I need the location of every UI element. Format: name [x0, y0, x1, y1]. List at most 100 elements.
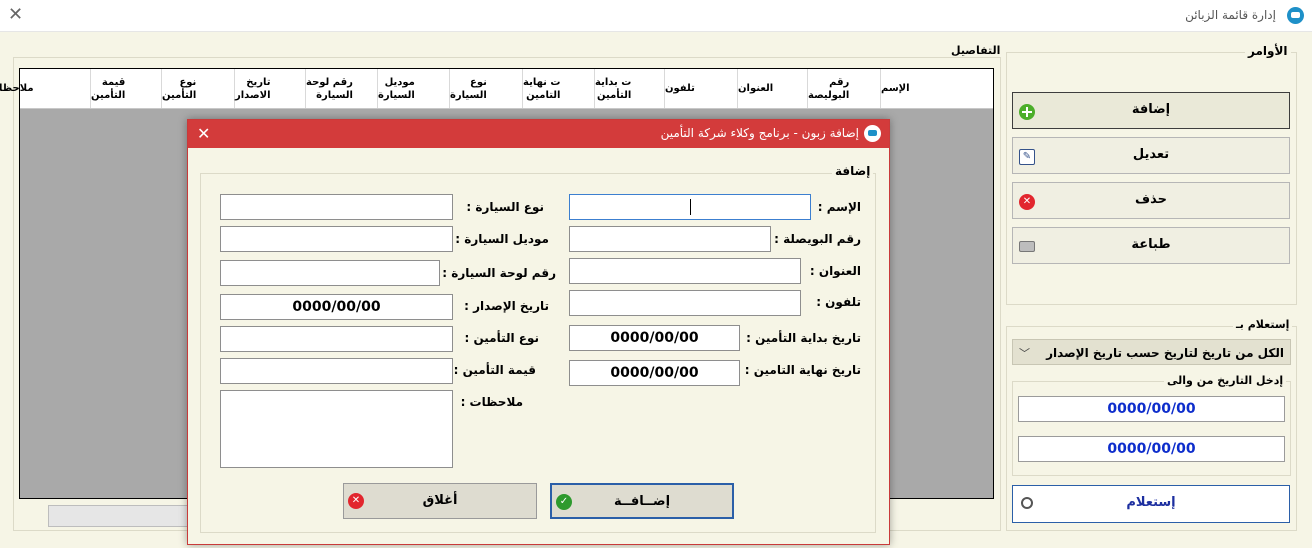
column-header-label: نوع السيارة [450, 76, 487, 102]
close-icon[interactable]: ✕ [8, 4, 23, 25]
details-group-label: التفاصيل [948, 44, 1004, 57]
print-button-label: طباعة [1131, 237, 1171, 252]
grid-column-header[interactable]: ت بداية التأمين [594, 69, 664, 108]
date-from-field[interactable]: 0000/00/00 [1018, 396, 1285, 422]
column-header-line1: قيمة [101, 76, 126, 88]
car-type-label: نوع السيارة : [466, 200, 544, 214]
column-header-line2: التأمين [91, 89, 126, 101]
column-header-line1: تاريخ [246, 76, 271, 88]
column-header-line2: التأمين [162, 89, 197, 101]
column-header-line1: نوع [470, 76, 487, 88]
horizontal-scrollbar[interactable] [48, 505, 198, 527]
column-header-line1: ت بداية [595, 76, 632, 88]
column-header-line2: السيارة [450, 89, 487, 101]
column-header-line2: التامين [526, 89, 561, 101]
column-header-label: قيمة التأمين [91, 76, 125, 102]
phone-label: تلفون : [816, 295, 861, 309]
grid-column-header[interactable]: الإسم [880, 69, 953, 108]
dialog-add-button[interactable]: ✓ إضــافــة [550, 483, 734, 519]
grid-column-header[interactable]: ملاحظات [0, 69, 90, 108]
delete-button-label: حذف [1135, 192, 1167, 207]
issue-date-input[interactable]: 0000/00/00 [220, 294, 453, 320]
commands-group-label: الأوامر [1245, 44, 1291, 58]
grid-column-header[interactable]: رقم البوليصة [807, 69, 880, 108]
column-header-label: ملاحظات [0, 82, 34, 95]
dialog-group-label: إضافة [832, 164, 874, 178]
date-range-label: إدخل التاريخ من والى [1164, 374, 1287, 387]
column-header-line2: السيارة [316, 89, 353, 101]
edit-button[interactable]: ✎ تعديل [1012, 137, 1290, 174]
query-button[interactable]: إستعلام [1012, 485, 1290, 523]
column-header-label: رقم البوليصة [808, 76, 849, 102]
phone-input[interactable] [569, 290, 801, 316]
column-header-label: رقم لوحة السيارة [306, 76, 353, 102]
start-date-label: تاريخ بداية التأمين : [746, 331, 861, 345]
ins-type-label: نوع التأمين : [464, 331, 539, 345]
grid-column-header[interactable]: ت نهاية التامين [522, 69, 594, 108]
end-date-input[interactable]: 0000/00/00 [569, 360, 740, 386]
dialog-car-icon [864, 125, 881, 142]
notes-textarea[interactable] [220, 390, 453, 468]
end-date-label: تاريخ نهاية التامين : [744, 363, 861, 377]
window-title: إدارة قائمة الزبائن [1185, 8, 1276, 22]
dialog-close-button[interactable]: ✕ أغلاق [343, 483, 537, 519]
window-title-bar: إدارة قائمة الزبائن ✕ [0, 0, 1312, 32]
policy-input[interactable] [569, 226, 771, 252]
name-input[interactable] [569, 194, 811, 220]
grid-column-header[interactable]: قيمة التأمين [90, 69, 161, 108]
policy-label: رقم البويصلة : [774, 232, 861, 246]
grid-header: الإسم رقم البوليصة العنوان تلفون ت بداية التأم… [0, 69, 993, 109]
grid-column-header[interactable]: تلفون [664, 69, 737, 108]
dialog-add-label: إضــافــة [613, 494, 671, 509]
dialog-title-bar: إضافة زبون - برنامج وكلاء شركة التأمين ✕ [188, 120, 889, 148]
plate-label: رقم لوحة السيارة : [442, 266, 556, 280]
query-type-select[interactable]: الكل من تاريخ لتاريخ حسب تاريخ الإصدار ﹀ [1012, 339, 1291, 365]
column-header-line1: موديل [384, 76, 415, 88]
add-customer-dialog: إضافة زبون - برنامج وكلاء شركة التأمين ✕… [187, 119, 890, 545]
column-header-line1: رقم لوحة [306, 76, 353, 88]
column-header-label: نوع التأمين [162, 76, 196, 102]
column-header-label: العنوان [738, 82, 773, 95]
column-header-line1: ت نهاية [523, 76, 561, 88]
text-caret [690, 199, 691, 215]
notes-label: ملاحظات : [460, 395, 523, 409]
print-button[interactable]: طباعة [1012, 227, 1290, 264]
car-model-input[interactable] [220, 226, 453, 252]
commands-group [1006, 52, 1297, 305]
column-header-line1: العنوان [738, 83, 774, 94]
delete-button[interactable]: ✕ حذف [1012, 182, 1290, 219]
car-type-input[interactable] [220, 194, 453, 220]
grid-column-header[interactable]: العنوان [737, 69, 807, 108]
query-button-label: إستعلام [1126, 495, 1176, 510]
start-date-input[interactable]: 0000/00/00 [569, 325, 740, 351]
date-to-field[interactable]: 0000/00/00 [1018, 436, 1285, 462]
dialog-close-icon[interactable]: ✕ [197, 124, 210, 143]
column-header-line1: رقم [829, 76, 850, 88]
issue-date-label: تاريخ الإصدار : [464, 299, 549, 313]
ins-value-input[interactable] [220, 358, 453, 384]
add-button-label: إضافة [1131, 102, 1171, 117]
add-button[interactable]: إضافة [1012, 92, 1290, 129]
ins-type-input[interactable] [220, 326, 453, 352]
column-header-line2: السيارة [378, 89, 415, 101]
grid-column-header[interactable]: رقم لوحة السيارة [305, 69, 377, 108]
column-header-line1: نوع [179, 76, 197, 88]
grid-column-header[interactable]: موديل السيارة [377, 69, 449, 108]
column-header-line2: البوليصة [808, 89, 850, 101]
car-model-label: موديل السيارة : [455, 232, 549, 246]
column-header-label: ت نهاية التامين [523, 76, 560, 102]
column-header-label: موديل السيارة [378, 76, 415, 102]
dialog-title: إضافة زبون - برنامج وكلاء شركة التأمين [660, 126, 859, 140]
column-header-line2: الاصدار [235, 89, 271, 101]
grid-column-header[interactable]: نوع السيارة [449, 69, 522, 108]
grid-column-header[interactable]: تاريخ الاصدار [234, 69, 305, 108]
edit-button-label: تعديل [1132, 147, 1170, 162]
app-car-icon [1287, 7, 1304, 24]
grid-column-header[interactable]: نوع التأمين [161, 69, 234, 108]
plate-input[interactable] [220, 260, 440, 286]
address-label: العنوان : [809, 264, 861, 278]
column-header-line1: تلفون [665, 83, 695, 94]
dialog-close-label: أغلاق [422, 493, 458, 508]
column-header-label: ت بداية التأمين [595, 76, 631, 102]
address-input[interactable] [569, 258, 801, 284]
